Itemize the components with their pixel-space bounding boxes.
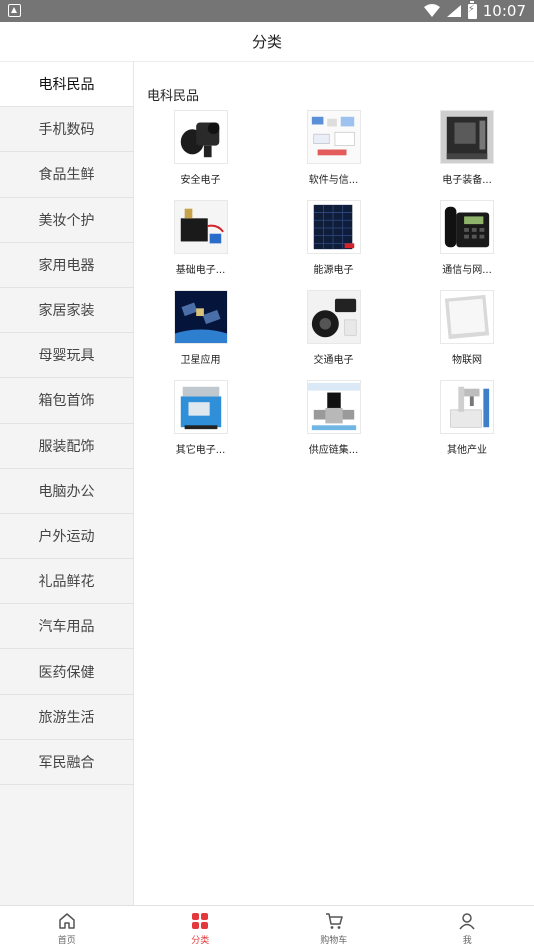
- subcategory-item[interactable]: 其他产业: [400, 380, 534, 460]
- sidebar-item-label: 美妆个护: [38, 212, 95, 229]
- category-sidebar: 电科民品 手机数码 食品生鲜 美妆个护 家用电器 家居家装 母婴玩具 箱包首饰 …: [0, 62, 134, 905]
- sidebar-item-outdoor[interactable]: 户外运动: [0, 514, 133, 560]
- software-diagram-image: [306, 110, 361, 164]
- sidebar-item-auto[interactable]: 汽车用品: [0, 604, 133, 650]
- subcategory-label: 供应链集...: [308, 445, 359, 456]
- subcategory-label: 安全电子: [180, 175, 221, 186]
- tab-label: 我: [462, 936, 472, 946]
- laser-machine-image: [440, 380, 494, 434]
- subcategory-label: 基础电子...: [175, 265, 226, 276]
- sidebar-item-label: 家居家装: [38, 303, 95, 320]
- subcategory-item[interactable]: 交通电子: [267, 290, 400, 370]
- subcategory-label: 其它电子...: [175, 445, 226, 456]
- sidebar-item-travel[interactable]: 旅游生活: [0, 695, 133, 740]
- sidebar-item-label: 户外运动: [38, 528, 95, 545]
- subcategory-item[interactable]: 物联网: [400, 290, 534, 370]
- subcategory-item[interactable]: 软件与信...: [267, 110, 400, 190]
- satellite-image: [173, 290, 228, 344]
- sidebar-item-label: 电脑办公: [38, 483, 95, 500]
- sidebar-item-food[interactable]: 食品生鲜: [0, 152, 133, 198]
- sidebar-item-beauty[interactable]: 美妆个护: [0, 198, 133, 243]
- sidebar-item-label: 食品生鲜: [38, 167, 95, 184]
- subcategory-label: 其他产业: [447, 445, 487, 456]
- user-icon: [459, 913, 475, 930]
- bottom-tab-bar: 首页 分类 购物车 我: [0, 905, 534, 950]
- signal-icon: [446, 5, 461, 17]
- sidebar-item-gifts[interactable]: 礼品鲜花: [0, 559, 133, 605]
- page-header: 分类: [0, 22, 534, 62]
- sidebar-item-appliances[interactable]: 家用电器: [0, 243, 133, 288]
- subcategory-item[interactable]: 基础电子...: [134, 200, 267, 280]
- wifi-icon: [423, 4, 440, 17]
- sidebar-item-label: 母婴玩具: [38, 348, 95, 365]
- telephone-image: [440, 200, 494, 254]
- tab-me[interactable]: 我: [401, 906, 534, 950]
- sidebar-item-label: 箱包首饰: [38, 393, 95, 410]
- section-title: 电科民品: [147, 89, 200, 104]
- dashcam-image: [306, 290, 361, 344]
- sidebar-item-label: 礼品鲜花: [38, 574, 95, 591]
- subcategory-label: 交通电子: [313, 355, 354, 366]
- tab-category[interactable]: 分类: [134, 906, 268, 950]
- status-time: 10:07: [482, 2, 526, 20]
- sidebar-item-label: 手机数码: [38, 122, 95, 139]
- subcategory-item[interactable]: 通信与网...: [400, 200, 534, 280]
- led-panel-image: [440, 290, 494, 344]
- subcategory-label: 电子装备...: [442, 175, 492, 186]
- blue-device-image: [173, 380, 228, 434]
- subcategory-item[interactable]: 能源电子: [267, 200, 400, 280]
- subcategory-item[interactable]: 供应链集...: [267, 380, 400, 460]
- status-right: 10:07: [423, 0, 526, 22]
- subcategory-item[interactable]: 其它电子...: [134, 380, 267, 460]
- subcategory-item[interactable]: 电子装备...: [400, 110, 534, 190]
- subcategory-label: 通信与网...: [442, 265, 492, 276]
- sidebar-item-label: 医药保健: [38, 664, 95, 681]
- category-icon: [192, 913, 209, 929]
- sidebar-item-dianke[interactable]: 电科民品: [0, 62, 133, 108]
- subcategory-item[interactable]: 安全电子: [134, 110, 267, 190]
- tab-label: 首页: [57, 936, 76, 946]
- sidebar-item-label: 汽车用品: [38, 619, 95, 636]
- sidebar-item-baby[interactable]: 母婴玩具: [0, 333, 133, 379]
- subcategory-label: 物联网: [452, 355, 482, 366]
- sidebar-item-health[interactable]: 医药保健: [0, 649, 133, 695]
- home-icon: [59, 913, 75, 929]
- subcategory-grid: 安全电子 软件与信... 电子装备... 基础电子... 能源电子 通信与网..…: [134, 110, 534, 460]
- sidebar-item-label: 军民融合: [38, 754, 95, 771]
- sidebar-item-phones[interactable]: 手机数码: [0, 107, 133, 153]
- valve-image: [306, 380, 361, 434]
- sidebar-item-label: 电科民品: [38, 77, 95, 94]
- subcategory-item[interactable]: 卫星应用: [134, 290, 267, 370]
- subcategory-label: 卫星应用: [180, 355, 221, 366]
- category-content: 电科民品 安全电子 软件与信... 电子装备... 基础电子... 能源电子 通…: [134, 62, 534, 905]
- sidebar-item-label: 家用电器: [38, 257, 95, 274]
- battery-icon: [467, 0, 477, 19]
- subcategory-label: 软件与信...: [308, 175, 359, 186]
- tab-label: 购物车: [320, 936, 348, 946]
- security-camera-image: [173, 110, 228, 164]
- page-title: 分类: [251, 33, 282, 51]
- status-bar: 10:07: [0, 0, 534, 22]
- sidebar-item-label: 旅游生活: [38, 709, 95, 726]
- tab-cart[interactable]: 购物车: [267, 906, 401, 950]
- sidebar-item-clothing[interactable]: 服装配饰: [0, 424, 133, 469]
- sidebar-item-label: 服装配饰: [38, 438, 95, 455]
- tab-label: 分类: [191, 936, 210, 946]
- equipment-machine-image: [440, 110, 494, 164]
- cart-icon: [325, 913, 343, 929]
- subcategory-label: 能源电子: [313, 265, 354, 276]
- notification-icon: [8, 4, 21, 17]
- sidebar-item-bags[interactable]: 箱包首饰: [0, 378, 133, 424]
- sidebar-item-home[interactable]: 家居家装: [0, 288, 133, 334]
- sidebar-item-military[interactable]: 军民融合: [0, 740, 133, 785]
- sidebar-item-computers[interactable]: 电脑办公: [0, 469, 133, 514]
- tab-home[interactable]: 首页: [0, 906, 134, 950]
- solar-panel-image: [306, 200, 361, 254]
- electronic-module-image: [173, 200, 228, 254]
